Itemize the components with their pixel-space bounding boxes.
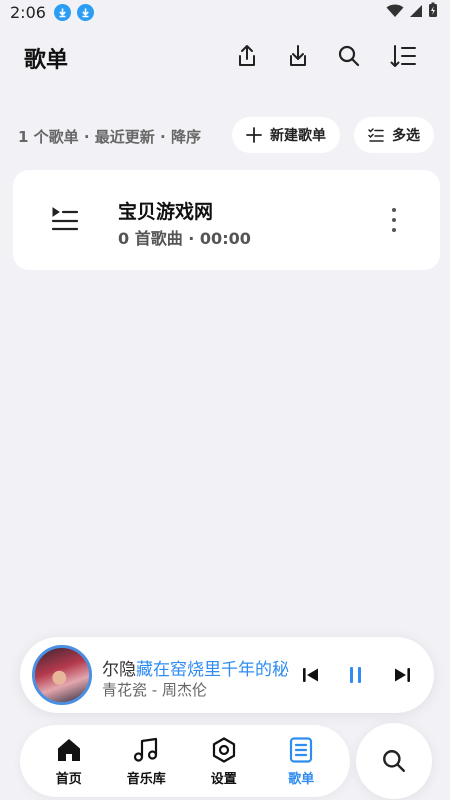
status-time: 2:06 — [10, 2, 46, 22]
nav-item-settings[interactable]: 设置 — [189, 736, 259, 787]
battery-charging-icon — [428, 2, 438, 22]
playlist-icon — [290, 736, 313, 763]
app-header: 歌单 — [0, 38, 450, 78]
plus-icon — [246, 127, 262, 143]
search-icon[interactable] — [335, 42, 363, 70]
status-bar: 2:06 — [0, 0, 450, 24]
checklist-icon — [368, 128, 384, 142]
bottom-nav: 首页 音乐库 设置 歌单 — [20, 725, 350, 797]
next-track-icon[interactable] — [390, 663, 414, 687]
settings-icon — [212, 736, 235, 763]
nav-item-music-library[interactable]: 音乐库 — [111, 736, 181, 787]
multi-select-button[interactable]: 多选 — [354, 117, 434, 153]
search-button[interactable] — [356, 723, 432, 799]
nav-label: 首页 — [55, 771, 82, 787]
download-notification-icon — [76, 3, 94, 21]
previous-track-icon[interactable] — [299, 663, 323, 687]
pause-icon[interactable] — [344, 663, 368, 687]
new-playlist-button[interactable]: 新建歌单 — [232, 117, 340, 153]
wifi-icon — [386, 3, 404, 22]
lyric-upcoming: 藏在窑烧里千年的秘 — [136, 660, 289, 677]
playlist-toolbar: 1 个歌单 · 最近更新 · 降序 新建歌单 多选 — [0, 116, 450, 156]
song-title-artist: 青花瓷 - 周杰伦 — [102, 681, 207, 699]
mini-player[interactable]: 尔隐藏在窑烧里千年的秘 青花瓷 - 周杰伦 — [20, 637, 434, 713]
nav-item-home[interactable]: 首页 — [34, 736, 104, 787]
current-lyric: 尔隐藏在窑烧里千年的秘 — [102, 655, 292, 677]
sort-icon[interactable] — [390, 42, 418, 70]
playlist-meta: 0 首歌曲 · 00:00 — [118, 229, 251, 248]
home-icon — [57, 738, 80, 761]
import-icon[interactable] — [284, 42, 312, 70]
music-note-icon — [134, 737, 158, 762]
multi-select-label: 多选 — [392, 128, 420, 144]
nav-label: 歌单 — [288, 771, 315, 787]
share-icon[interactable] — [233, 42, 261, 70]
nav-label: 设置 — [210, 771, 237, 787]
lyric-played: 尔隐 — [102, 660, 136, 677]
album-art[interactable] — [32, 645, 92, 705]
playlist-name: 宝贝游戏网 — [118, 201, 214, 223]
page-title: 歌单 — [24, 48, 69, 73]
cell-signal-icon — [409, 3, 423, 22]
search-icon — [383, 750, 405, 772]
download-notification-icon — [53, 3, 71, 21]
playlist-icon — [51, 206, 79, 236]
nav-label: 音乐库 — [126, 771, 166, 787]
new-playlist-label: 新建歌单 — [270, 128, 326, 144]
playlist-card[interactable]: 宝贝游戏网 0 首歌曲 · 00:00 — [13, 170, 440, 270]
nav-item-playlist[interactable]: 歌单 — [266, 736, 336, 787]
playlist-summary: 1 个歌单 · 最近更新 · 降序 — [18, 128, 201, 146]
more-options-icon[interactable] — [383, 206, 405, 234]
